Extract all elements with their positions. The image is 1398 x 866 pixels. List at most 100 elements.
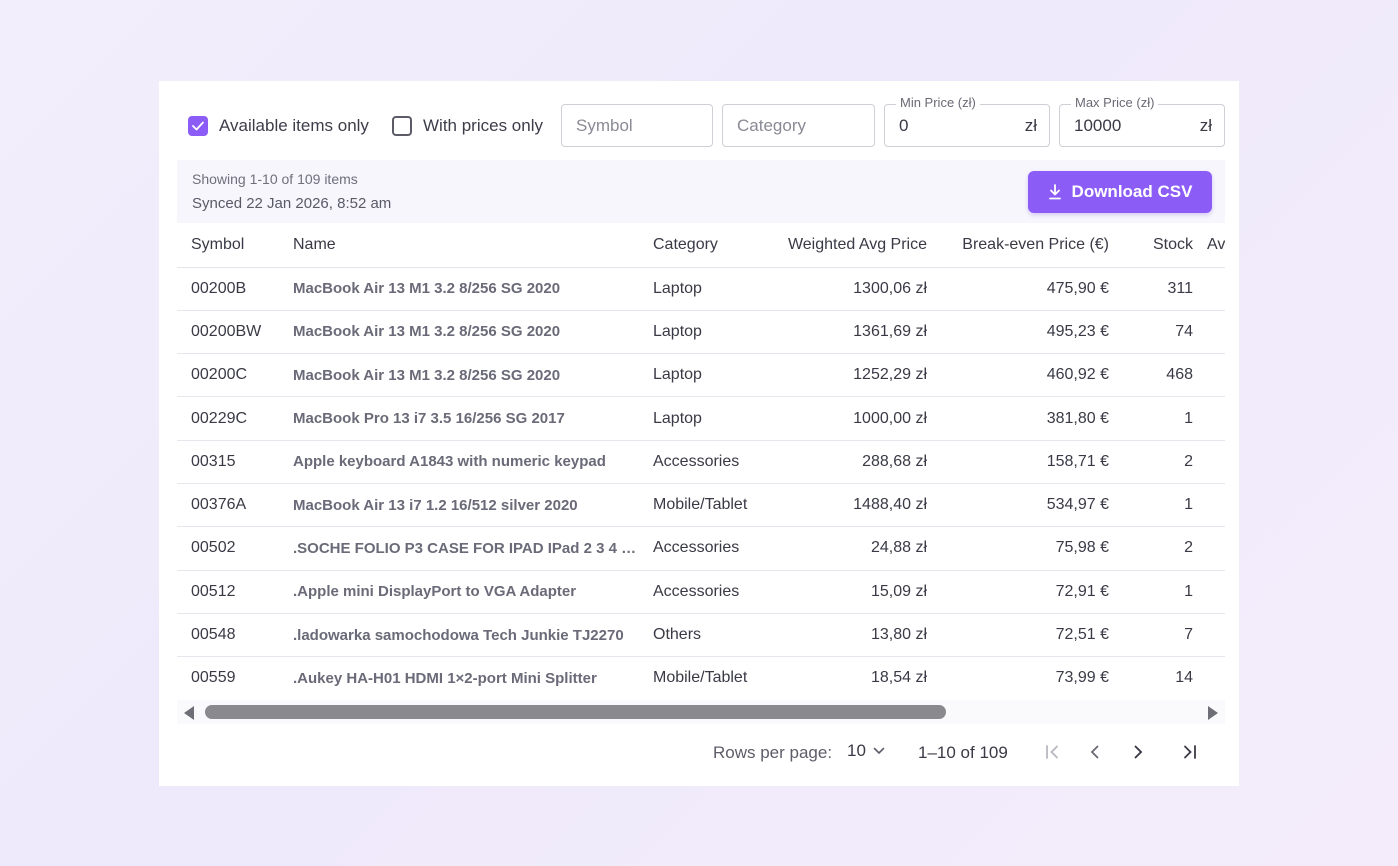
cell-name: .SOCHE FOLIO P3 CASE FOR IPAD IPad 2 3 4…	[279, 526, 639, 571]
cell-name: MacBook Air 13 i7 1.2 16/512 silver 2020	[279, 483, 639, 528]
symbol-input[interactable]	[562, 105, 712, 146]
cell-stock: 468	[1123, 353, 1207, 398]
last-page-button[interactable]	[1175, 738, 1205, 766]
rows-per-page-select[interactable]: 10	[847, 741, 885, 761]
cell-stock: 74	[1123, 310, 1207, 355]
scroll-left-arrow-icon[interactable]	[184, 706, 194, 720]
cell-av	[1207, 267, 1225, 311]
first-page-button[interactable]	[1038, 738, 1068, 766]
column-header-breakeven-price[interactable]: Break-even Price (€)	[941, 223, 1123, 268]
max-price-unit: zł	[1199, 116, 1212, 135]
table-row[interactable]: 00200BW MacBook Air 13 M1 3.2 8/256 SG 20…	[177, 310, 1225, 355]
scroll-right-arrow-icon[interactable]	[1208, 706, 1218, 720]
cell-breakeven-price: 460,92 €	[941, 353, 1123, 398]
rows-per-page-value: 10	[847, 741, 866, 760]
with-prices-only-checkbox[interactable]: With prices only	[392, 115, 543, 137]
cell-stock: 1	[1123, 396, 1207, 441]
cell-category: Laptop	[639, 396, 767, 441]
cell-breakeven-price: 72,91 €	[941, 570, 1123, 614]
prev-page-button[interactable]	[1080, 738, 1110, 766]
inventory-card: Available items only With prices only Mi…	[159, 81, 1239, 786]
cell-name: MacBook Pro 13 i7 3.5 16/256 SG 2017	[279, 396, 639, 441]
cell-stock: 1	[1123, 570, 1207, 614]
checkbox-checked-icon[interactable]	[188, 116, 208, 136]
cell-breakeven-price: 475,90 €	[941, 267, 1123, 311]
column-header-name[interactable]: Name	[279, 223, 639, 268]
download-csv-button[interactable]: Download CSV	[1028, 171, 1212, 213]
chevron-down-icon	[873, 747, 885, 755]
category-input[interactable]	[723, 105, 874, 146]
cell-weighted-avg-price: 1488,40 zł	[767, 483, 941, 528]
cell-weighted-avg-price: 1000,00 zł	[767, 396, 941, 441]
cell-category: Mobile/Tablet	[639, 656, 767, 699]
filter-bar: Available items only With prices only Mi…	[159, 81, 1239, 161]
cell-weighted-avg-price: 13,80 zł	[767, 613, 941, 658]
horizontal-scrollbar[interactable]	[177, 700, 1225, 724]
cell-name: .Apple mini DisplayPort to VGA Adapter	[279, 570, 639, 614]
cell-name: Apple keyboard A1843 with numeric keypad	[279, 440, 639, 484]
cell-weighted-avg-price: 24,88 zł	[767, 526, 941, 571]
rows-per-page-label: Rows per page:	[713, 743, 833, 762]
max-price-field: Max Price (zł) zł	[1059, 95, 1225, 147]
cell-av	[1207, 526, 1225, 571]
table-row[interactable]: 00315 Apple keyboard A1843 with numeric k…	[177, 440, 1225, 484]
cell-symbol: 00200BW	[177, 310, 279, 355]
cell-av	[1207, 353, 1225, 398]
cell-av	[1207, 440, 1225, 484]
cell-weighted-avg-price: 1300,06 zł	[767, 267, 941, 311]
cell-breakeven-price: 534,97 €	[941, 483, 1123, 528]
cell-category: Laptop	[639, 267, 767, 311]
cell-category: Mobile/Tablet	[639, 483, 767, 528]
min-price-field: Min Price (zł) zł	[884, 95, 1050, 147]
cell-category: Accessories	[639, 570, 767, 614]
available-only-checkbox[interactable]: Available items only	[188, 115, 369, 137]
with-prices-only-label: With prices only	[423, 116, 543, 135]
cell-name: .Aukey HA-H01 HDMI 1×2-port Mini Splitte…	[279, 656, 639, 699]
cell-symbol: 00200C	[177, 353, 279, 398]
column-header-symbol[interactable]: Symbol	[177, 223, 279, 268]
cell-name: .ladowarka samochodowa Tech Junkie TJ227…	[279, 613, 639, 658]
table-row[interactable]: 00376A MacBook Air 13 i7 1.2 16/512 silve…	[177, 483, 1225, 528]
scrollbar-thumb[interactable]	[205, 705, 946, 719]
table-row[interactable]: 00229C MacBook Pro 13 i7 3.5 16/256 SG 20…	[177, 396, 1225, 441]
table-row[interactable]: 00512 .Apple mini DisplayPort to VGA Adap…	[177, 570, 1225, 614]
cell-breakeven-price: 73,99 €	[941, 656, 1123, 699]
cell-breakeven-price: 158,71 €	[941, 440, 1123, 484]
cell-av	[1207, 613, 1225, 658]
column-header-category[interactable]: Category	[639, 223, 767, 268]
first-page-icon	[1046, 745, 1058, 759]
column-header-stock[interactable]: Stock	[1123, 223, 1207, 268]
last-page-icon	[1184, 745, 1196, 759]
cell-name: MacBook Air 13 M1 3.2 8/256 SG 2020	[279, 353, 639, 398]
cell-breakeven-price: 75,98 €	[941, 526, 1123, 571]
table-row[interactable]: 00548 .ladowarka samochodowa Tech Junkie …	[177, 613, 1225, 658]
table-row[interactable]: 00502 .SOCHE FOLIO P3 CASE FOR IPAD IPad …	[177, 526, 1225, 571]
cell-symbol: 00315	[177, 440, 279, 484]
cell-name: MacBook Air 13 M1 3.2 8/256 SG 2020	[279, 267, 639, 311]
inventory-table-container: Symbol Name Category Weighted Avg Price …	[177, 223, 1225, 699]
next-page-button[interactable]	[1123, 738, 1153, 766]
table-row[interactable]: 00200B MacBook Air 13 M1 3.2 8/256 SG 202…	[177, 267, 1225, 311]
checkbox-unchecked-icon[interactable]	[392, 116, 412, 136]
cell-weighted-avg-price: 15,09 zł	[767, 570, 941, 614]
table-row[interactable]: 00559 .Aukey HA-H01 HDMI 1×2-port Mini Sp…	[177, 656, 1225, 699]
sync-timestamp: Synced 22 Jan 2026, 8:52 am	[192, 195, 392, 212]
column-header-weighted-avg-price[interactable]: Weighted Avg Price	[767, 223, 941, 268]
cell-symbol: 00229C	[177, 396, 279, 441]
pagination: Rows per page: 10 1–10 of 109	[159, 736, 1239, 768]
cell-symbol: 00200B	[177, 267, 279, 311]
cell-av	[1207, 570, 1225, 614]
table-row[interactable]: 00200C MacBook Air 13 M1 3.2 8/256 SG 202…	[177, 353, 1225, 398]
cell-av	[1207, 310, 1225, 355]
cell-av	[1207, 656, 1225, 699]
cell-symbol: 00559	[177, 656, 279, 699]
showing-count: Showing 1-10 of 109 items	[192, 171, 358, 187]
prev-page-icon	[1090, 745, 1099, 759]
cell-stock: 2	[1123, 440, 1207, 484]
cell-stock: 1	[1123, 483, 1207, 528]
cell-symbol: 00502	[177, 526, 279, 571]
cell-breakeven-price: 495,23 €	[941, 310, 1123, 355]
max-price-label: Max Price (zł)	[1071, 95, 1159, 110]
column-header-av[interactable]: Av	[1207, 223, 1225, 268]
cell-category: Accessories	[639, 440, 767, 484]
